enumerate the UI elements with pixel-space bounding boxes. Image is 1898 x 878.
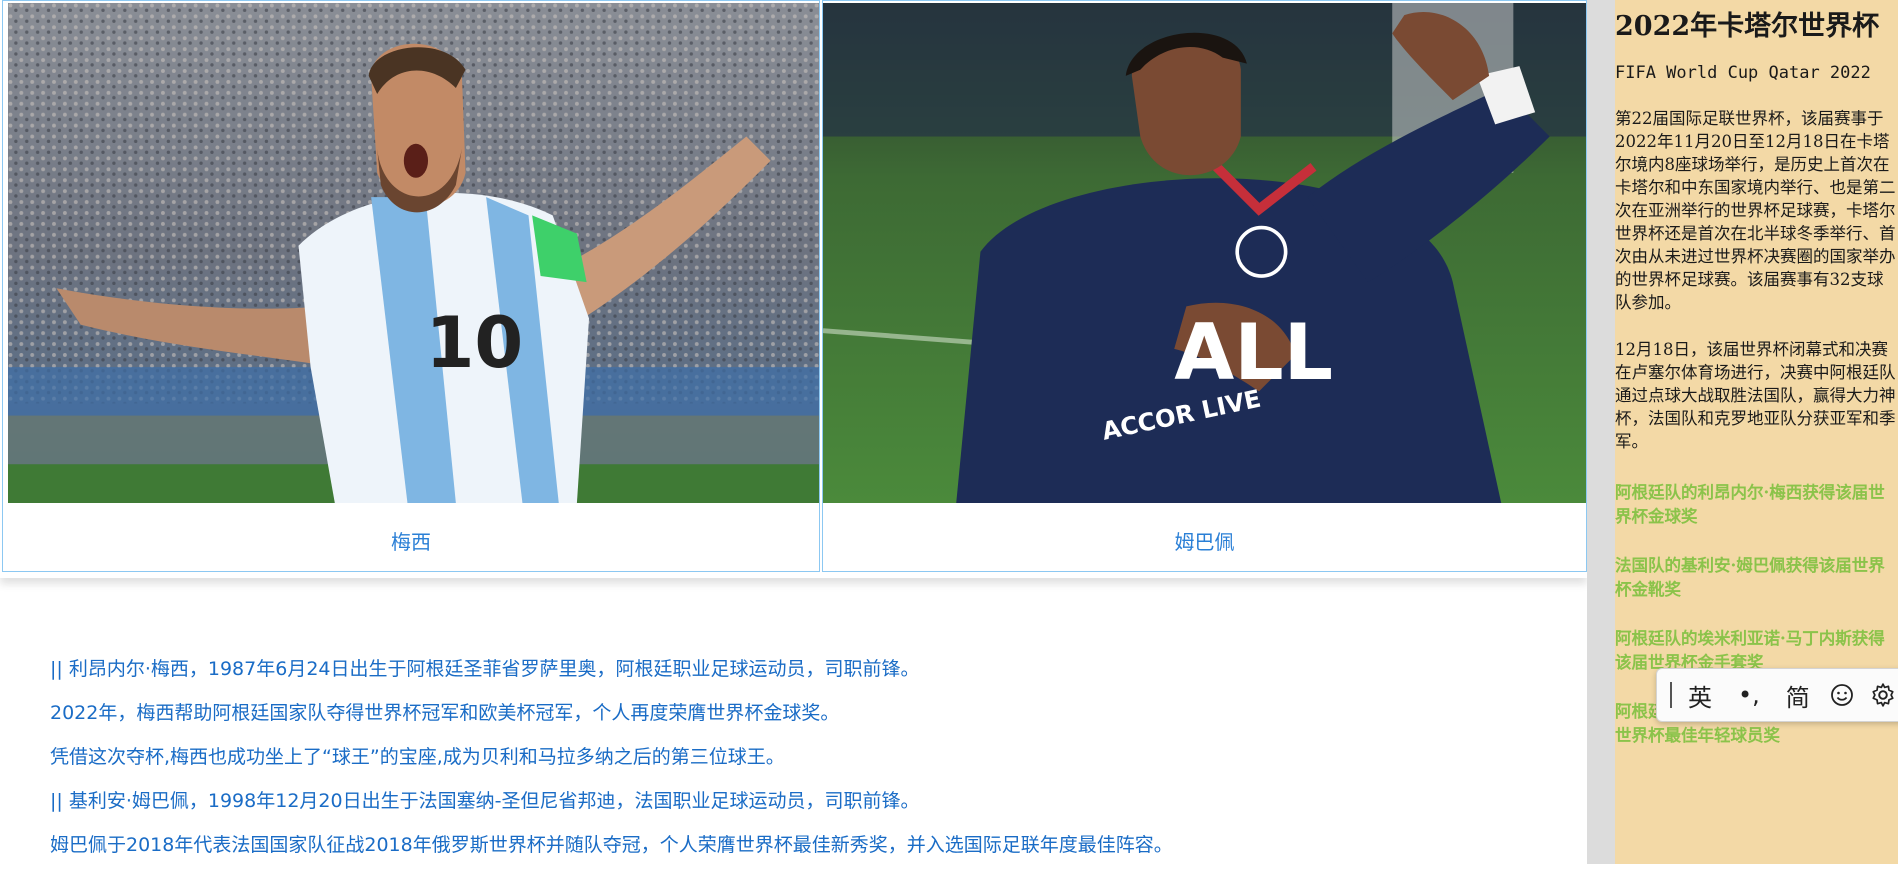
- article-line: 姆巴佩于2018年代表法国国家队征战2018年俄罗斯世界杯并随队夺冠，个人荣膺世…: [50, 834, 1173, 856]
- ime-punctuation-toggle[interactable]: •,: [1738, 681, 1760, 709]
- award-item: 法国队的基利安·姆巴佩获得该届世界杯金靴奖: [1615, 556, 1885, 599]
- emoji-icon[interactable]: [1830, 683, 1854, 707]
- panel-final-paragraph: 12月18日，该届世界杯闭幕式和决赛在卢塞尔体育场进行，决赛中阿根廷队通过点球大…: [1615, 340, 1896, 451]
- award-item: 阿根廷队的利昂内尔·梅西获得该届世界杯金球奖: [1615, 483, 1885, 526]
- mbappe-photo[interactable]: ALL ACCOR LIVE: [823, 3, 1586, 503]
- mbappe-image: ALL ACCOR LIVE: [823, 3, 1586, 503]
- scroll-gutter: [1587, 0, 1615, 864]
- ime-script-toggle[interactable]: 简: [1786, 678, 1810, 713]
- article-line: || 利昂内尔·梅西，1987年6月24日出生于阿根廷圣菲省罗萨里奥，阿根廷职业…: [50, 658, 920, 680]
- article-line: 凭借这次夺杯,梅西也成功坐上了“球王”的宝座,成为贝利和马拉多纳之后的第三位球王…: [50, 746, 785, 768]
- article-line: 2022年，梅西帮助阿根廷国家队夺得世界杯冠军和欧美杯冠军，个人再度荣膺世界杯金…: [50, 702, 840, 724]
- jersey-number: 10: [426, 302, 524, 384]
- drag-handle-icon[interactable]: [1670, 682, 1672, 708]
- messi-photo[interactable]: 10: [8, 3, 819, 503]
- gear-icon[interactable]: [1870, 682, 1896, 708]
- messi-card[interactable]: 10 梅西: [2, 0, 820, 572]
- panel-title: 2022年卡塔尔世界杯: [1615, 11, 1880, 42]
- world-cup-info-panel: 2022年卡塔尔世界杯 FIFA World Cup Qatar 2022 第2…: [1615, 0, 1898, 864]
- article-line: || 基利安·姆巴佩，1998年12月20日出生于法国塞纳-圣但尼省邦迪，法国职…: [50, 790, 920, 812]
- photo-cards: 10 梅西 ALL ACCOR LIVE 姆巴佩: [0, 0, 1587, 578]
- panel-intro-paragraph: 第22届国际足联世界杯，该届赛事于2022年11月20日至12月18日在卡塔尔境…: [1615, 109, 1896, 312]
- player-bios: || 利昂内尔·梅西，1987年6月24日出生于阿根廷圣菲省罗萨里奥，阿根廷职业…: [50, 658, 1570, 878]
- messi-caption[interactable]: 梅西: [3, 526, 819, 555]
- mbappe-card[interactable]: ALL ACCOR LIVE 姆巴佩: [822, 0, 1587, 572]
- ime-language-toggle[interactable]: 英: [1688, 678, 1712, 713]
- messi-image: 10: [8, 3, 819, 503]
- panel-subtitle: FIFA World Cup Qatar 2022: [1615, 63, 1871, 83]
- mbappe-caption[interactable]: 姆巴佩: [823, 526, 1586, 555]
- ime-toolbar[interactable]: 英 •, 简: [1656, 668, 1898, 722]
